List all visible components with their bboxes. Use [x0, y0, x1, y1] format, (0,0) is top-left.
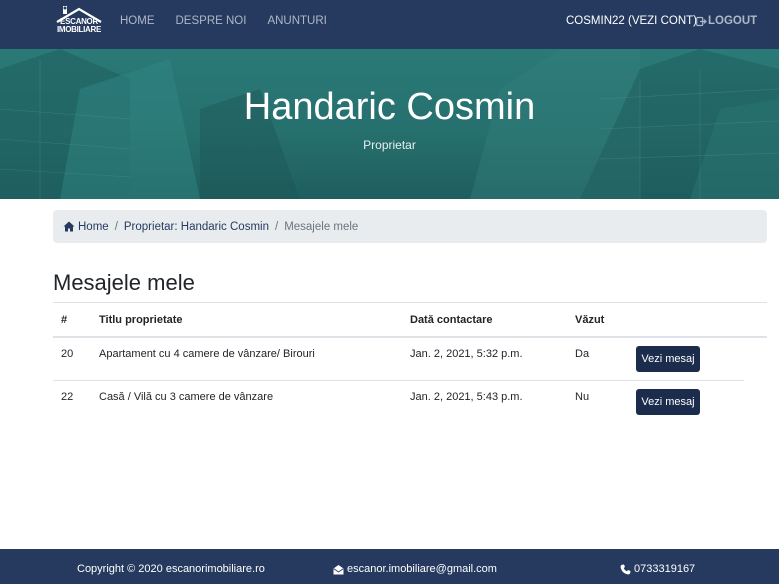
column-header-id: #	[61, 314, 68, 326]
logout-link[interactable]: LOGOUT	[696, 15, 757, 27]
footer-email[interactable]: escanor.imobiliare@gmail.com	[333, 563, 497, 575]
column-header-seen: Văzut	[575, 314, 605, 326]
phone-icon	[620, 564, 631, 574]
view-message-button[interactable]: Vezi mesaj	[636, 389, 700, 415]
cell-title: Apartament cu 4 camere de vânzare/ Birou…	[99, 348, 315, 360]
navbar: ESCANOR IMOBILIARE HOME DESPRE NOI ANUNT…	[0, 0, 779, 49]
cell-date: Jan. 2, 2021, 5:32 p.m.	[410, 348, 523, 360]
breadcrumb: Home / Proprietar: Handaric Cosmin / Mes…	[53, 210, 767, 243]
logout-label: LOGOUT	[708, 15, 758, 27]
view-message-button[interactable]: Vezi mesaj	[636, 346, 700, 372]
breadcrumb-separator: /	[274, 220, 279, 233]
breadcrumb-current: Mesajele mele	[284, 220, 359, 233]
cell-title: Casă / Vilă cu 3 camere de vânzare	[99, 391, 274, 403]
breadcrumb-separator: /	[114, 220, 118, 233]
nav-anunturi[interactable]: ANUNTURI	[267, 15, 326, 27]
logo-text: ESCANOR IMOBILIARE	[56, 17, 102, 34]
footer-phone[interactable]: 0733319167	[620, 563, 695, 575]
home-icon	[63, 221, 75, 232]
footer-copyright: Copyright © 2020 escanorimobiliare.ro	[77, 563, 265, 575]
sign-out-icon	[696, 16, 707, 27]
column-header-date: Dată contactare	[410, 314, 493, 326]
table-row-rule	[53, 380, 744, 381]
hero-title: Handaric Cosmin	[243, 86, 536, 128]
breadcrumb-owner[interactable]: Proprietar: Handaric Cosmin	[124, 221, 269, 233]
nav-despre-noi[interactable]: DESPRE NOI	[176, 15, 247, 27]
column-header-title: Titlu proprietate	[99, 314, 183, 326]
divider	[53, 302, 767, 303]
cell-id: 22	[61, 391, 74, 403]
nav-home[interactable]: HOME	[120, 15, 155, 27]
footer: Copyright © 2020 escanorimobiliare.ro es…	[0, 549, 779, 584]
envelope-open-icon	[333, 564, 344, 574]
breadcrumb-home[interactable]: Home	[63, 221, 109, 233]
cell-seen: Nu	[575, 391, 590, 403]
site-logo[interactable]: ESCANOR IMOBILIARE	[54, 5, 104, 39]
nav-links: HOME DESPRE NOI ANUNTURI	[120, 15, 348, 27]
table-header-rule	[53, 336, 767, 338]
hero-banner: Handaric Cosmin Proprietar	[0, 49, 779, 199]
page-title: Mesajele mele	[53, 270, 195, 295]
cell-date: Jan. 2, 2021, 5:43 p.m.	[410, 391, 523, 403]
cell-seen: Da	[575, 348, 590, 360]
account-link[interactable]: COSMIN22 (VEZI CONT)	[566, 15, 697, 27]
hero-subtitle: Proprietar	[363, 138, 416, 152]
cell-id: 20	[61, 348, 74, 360]
